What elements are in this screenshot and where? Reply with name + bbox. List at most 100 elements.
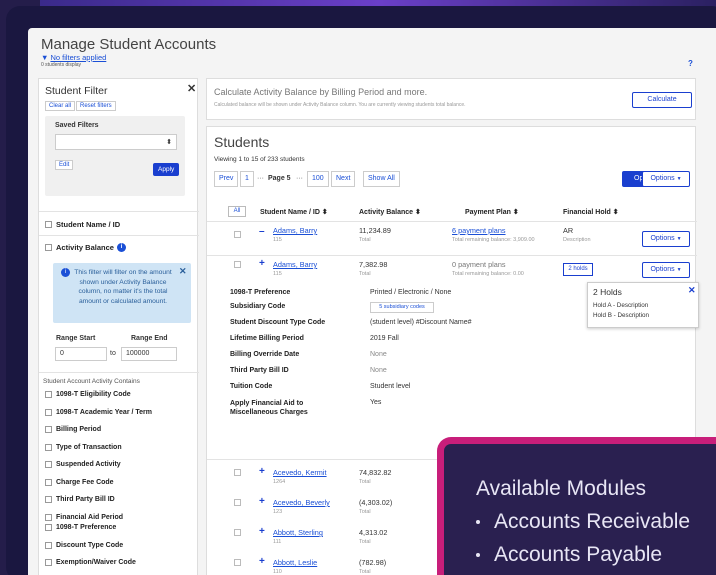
balance-total-label: Total xyxy=(359,569,371,575)
expand-icon[interactable]: + xyxy=(259,467,265,477)
row-checkbox[interactable] xyxy=(234,559,241,566)
options-label: Options xyxy=(650,175,675,182)
next-button[interactable]: Next xyxy=(331,171,356,187)
close-icon[interactable]: ✕ xyxy=(187,82,196,95)
filter-option[interactable]: Type of Transaction xyxy=(45,443,122,451)
expand-icon[interactable]: + xyxy=(259,259,265,269)
range-end-input[interactable]: 100000 xyxy=(121,347,177,361)
checkbox[interactable] xyxy=(45,541,52,549)
checkbox[interactable] xyxy=(45,513,52,521)
checkbox[interactable] xyxy=(45,221,52,228)
no-filters-link[interactable]: ▼ No filters applied xyxy=(41,53,106,62)
expand-icon[interactable]: + xyxy=(259,557,265,567)
row-checkbox[interactable] xyxy=(234,499,241,506)
calculate-button[interactable]: Calculate xyxy=(632,92,692,108)
students-title: Students xyxy=(214,134,270,150)
apply-button[interactable]: Apply xyxy=(153,163,180,176)
select-all-checkbox[interactable]: All xyxy=(228,206,246,217)
expand-icon[interactable]: + xyxy=(259,527,265,537)
checkbox[interactable] xyxy=(45,408,52,416)
holds-button[interactable]: 2 holds xyxy=(563,263,593,276)
filter-option[interactable]: Exemption/Waiver Code xyxy=(45,559,136,566)
activity-balance: 74,832.82 xyxy=(359,468,392,477)
filter-activity-balance[interactable]: Activity Balance i xyxy=(45,243,126,252)
student-name-link[interactable]: Abbott, Sterling xyxy=(273,528,323,537)
student-id: 110 xyxy=(273,569,282,575)
filter-option[interactable]: Charge Fee Code xyxy=(45,478,114,486)
checkbox[interactable] xyxy=(45,443,52,451)
filter-option[interactable]: Billing Period xyxy=(45,426,101,433)
expand-icon[interactable]: + xyxy=(259,497,265,507)
column-header-balance[interactable]: Activity Balance ⬍ xyxy=(359,208,421,216)
student-name-link[interactable]: Acevedo, Kermit xyxy=(273,468,327,477)
activity-balance: (4,303.02) xyxy=(359,498,393,507)
filter-label: Student Name / ID xyxy=(56,220,121,229)
checkbox[interactable] xyxy=(45,391,52,398)
detail-label: Lifetime Billing Period xyxy=(230,335,304,342)
filter-option[interactable]: 1098-T Preference xyxy=(45,524,116,531)
student-name-link[interactable]: Adams, Barry xyxy=(273,260,317,269)
prev-button[interactable]: Prev xyxy=(214,171,239,187)
saved-filters-select[interactable]: ⬍ xyxy=(55,134,177,150)
row-options-button[interactable]: Options ▼ xyxy=(642,262,690,278)
checkbox[interactable] xyxy=(45,244,52,251)
edit-button[interactable]: Edit xyxy=(55,160,74,170)
checkbox[interactable] xyxy=(45,478,52,486)
filter-option[interactable]: Third Party Bill ID xyxy=(45,496,115,503)
page-100-button[interactable]: 100 xyxy=(307,171,329,187)
column-header-name[interactable]: Student Name / ID ⬍ xyxy=(260,208,328,216)
student-name-link[interactable]: Abbott, Leslie xyxy=(273,558,317,567)
range-to-label: to xyxy=(110,350,116,357)
row-checkbox[interactable] xyxy=(234,529,241,536)
checkbox[interactable] xyxy=(45,524,52,531)
current-page: Page 5 xyxy=(268,175,291,182)
detail-label: Tuition Code xyxy=(230,383,273,390)
no-filters-label: No filters applied xyxy=(50,53,107,62)
options-dropdown-button[interactable]: Options ▼ xyxy=(642,171,690,187)
detail-label: 1098-T Preference xyxy=(230,289,291,296)
calc-subtitle: Calculated balance will be shown under A… xyxy=(214,102,466,108)
filter-option[interactable]: 1098-T Eligibility Code xyxy=(45,391,131,398)
filter-option[interactable]: Discount Type Code xyxy=(45,541,123,549)
subsidiary-codes-button[interactable]: 5 subsidiary codes xyxy=(370,302,434,313)
module-item: Accounts Receivable xyxy=(476,510,690,534)
column-header-plan[interactable]: Payment Plan ⬍ xyxy=(465,208,519,216)
close-icon[interactable]: ✕ xyxy=(688,285,696,296)
column-header-hold[interactable]: Financial Hold ⬍ xyxy=(563,208,619,216)
row-checkbox[interactable] xyxy=(234,261,241,268)
student-id: 115 xyxy=(273,271,282,277)
checkbox[interactable] xyxy=(45,496,52,503)
reset-filters-button[interactable]: Reset filters xyxy=(76,101,116,111)
page-1-button[interactable]: 1 xyxy=(240,171,254,187)
filter-option[interactable]: Suspended Activity xyxy=(45,461,121,468)
detail-label: Apply Financial Aid to Miscellaneous Cha… xyxy=(230,400,308,416)
range-start-input[interactable]: 0 xyxy=(55,347,107,361)
filter-option[interactable]: 1098-T Academic Year / Term xyxy=(45,408,152,416)
sort-icon: ⬍ xyxy=(512,209,519,216)
info-icon[interactable]: i xyxy=(116,243,126,252)
checkbox[interactable] xyxy=(45,461,52,468)
module-item: Accounts Payable xyxy=(476,543,662,567)
payment-plan-link[interactable]: 6 payment plans xyxy=(452,226,506,235)
range-end-label: Range End xyxy=(131,335,168,342)
bullet-icon xyxy=(476,553,480,558)
show-all-button[interactable]: Show All xyxy=(363,171,400,187)
filter-student-name-id[interactable]: Student Name / ID xyxy=(45,220,120,229)
close-icon[interactable]: ✕ xyxy=(179,266,187,277)
divider xyxy=(39,235,199,236)
help-icon[interactable]: ? xyxy=(688,59,693,68)
calc-title: Calculate Activity Balance by Billing Pe… xyxy=(214,87,428,97)
clear-all-button[interactable]: Clear all xyxy=(45,101,76,111)
row-options-button[interactable]: Options ▼ xyxy=(642,231,690,247)
caret-down-icon: ▼ xyxy=(676,176,682,182)
filter-option[interactable]: Financial Aid Period xyxy=(45,513,123,521)
detail-label: Third Party Bill ID xyxy=(230,367,289,374)
checkbox[interactable] xyxy=(45,559,52,566)
detail-value: (student level) #Discount Name# xyxy=(370,319,472,326)
checkbox[interactable] xyxy=(45,426,52,433)
row-checkbox[interactable] xyxy=(234,469,241,476)
student-name-link[interactable]: Acevedo, Beverly xyxy=(273,498,330,507)
student-name-link[interactable]: Adams, Barry xyxy=(273,226,317,235)
row-checkbox[interactable] xyxy=(234,231,241,238)
collapse-icon[interactable]: – xyxy=(259,227,265,237)
